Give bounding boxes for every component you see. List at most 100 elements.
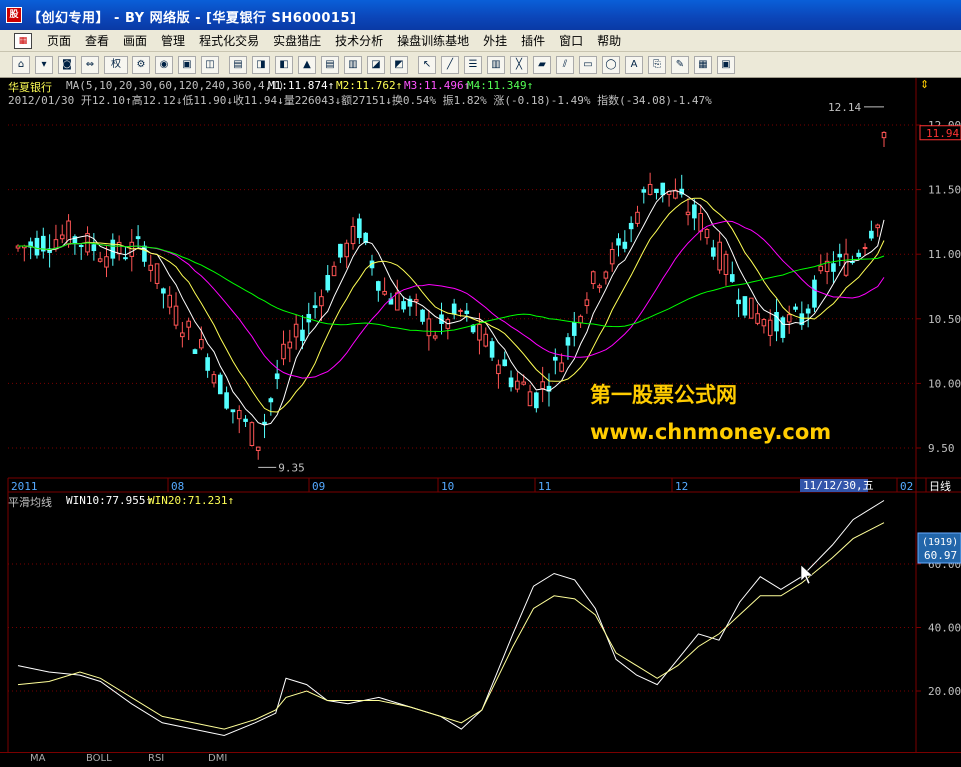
- toolbar-icon-8[interactable]: ◫: [201, 56, 219, 74]
- toolbar-icon-14[interactable]: ▥: [344, 56, 362, 74]
- tab-boll[interactable]: BOLL: [86, 753, 112, 764]
- toolbar-icon-12[interactable]: ▲: [298, 56, 316, 74]
- toolbar-icon-1[interactable]: ▾: [35, 56, 53, 74]
- ma10-line: [18, 197, 885, 413]
- candle-body: [148, 264, 154, 271]
- toolbar-icon-27[interactable]: ⎘: [648, 56, 666, 74]
- toolbar-icon-6[interactable]: ◉: [155, 56, 173, 74]
- candle-body: [489, 341, 495, 358]
- toolbar-icon-3[interactable]: ⇔: [81, 56, 99, 74]
- win10-value: WIN10:77.955↑: [66, 494, 153, 507]
- date-label: 10: [441, 480, 454, 493]
- candle-body: [97, 258, 103, 262]
- menu-item-10[interactable]: 窗口: [552, 33, 590, 49]
- win10-line: [17, 500, 885, 737]
- toolbar-icon-13[interactable]: ▤: [321, 56, 339, 74]
- rights-button[interactable]: 权: [104, 56, 128, 74]
- price-tick-label: 10.00: [928, 377, 961, 390]
- menu-item-8[interactable]: 外挂: [476, 33, 514, 49]
- window-title: 【创幻专用】 - BY 网络版 - [华夏银行 SH600015]: [28, 11, 357, 26]
- candle-body: [154, 263, 160, 284]
- toolbar-icon-20[interactable]: ▥: [487, 56, 505, 74]
- candle-body: [540, 381, 545, 390]
- toolbar-icon-22[interactable]: ▰: [533, 56, 551, 74]
- candle-body: [641, 189, 647, 193]
- candle-body: [211, 374, 217, 384]
- price-tick-label: 11.50: [928, 184, 961, 197]
- toolbar-icon-16[interactable]: ◩: [390, 56, 408, 74]
- toolbar-icon-10[interactable]: ◨: [252, 56, 270, 74]
- candle-body: [325, 275, 331, 291]
- candle-body: [647, 183, 653, 195]
- sub-value-tag2: 60.97: [924, 549, 957, 562]
- toolbar-icon-15[interactable]: ◪: [367, 56, 385, 74]
- toolbar-icon-24[interactable]: ▭: [579, 56, 597, 74]
- candle-body: [217, 374, 223, 395]
- sub-value-tag1: (1919): [922, 537, 958, 548]
- menu-item-9[interactable]: 插件: [514, 33, 552, 49]
- toolbar-icon-17[interactable]: ↖: [418, 56, 436, 74]
- candle-body: [192, 349, 198, 354]
- candle-body: [249, 422, 255, 446]
- candle-body: [831, 263, 836, 272]
- toolbar-icon-2[interactable]: ◙: [58, 56, 76, 74]
- menu-item-2[interactable]: 画面: [116, 33, 154, 49]
- candle-body: [287, 341, 293, 349]
- toolbar-icon-5[interactable]: ⚙: [132, 56, 150, 74]
- system-menu-icon[interactable]: ▦: [14, 33, 32, 49]
- menu-item-7[interactable]: 操盘训练基地: [390, 33, 476, 49]
- menu-item-1[interactable]: 查看: [78, 33, 116, 49]
- toolbar-icon-29[interactable]: ▦: [694, 56, 712, 74]
- candle-body: [331, 265, 337, 277]
- menu-item-5[interactable]: 实盘猎庄: [266, 33, 328, 49]
- candle-body: [167, 294, 173, 308]
- candle-body: [470, 324, 476, 333]
- menu-item-11[interactable]: 帮助: [590, 33, 628, 49]
- toolbar-icon-7[interactable]: ▣: [178, 56, 196, 74]
- toolbar-icon-19[interactable]: ☰: [464, 56, 482, 74]
- candle-body: [262, 421, 267, 425]
- candle-body: [451, 303, 457, 315]
- candle-body: [692, 204, 697, 219]
- candle-body: [300, 329, 305, 342]
- toolbar-icon-18[interactable]: ╱: [441, 56, 459, 74]
- m4-value: M4:11.349↑: [467, 79, 534, 92]
- candle-body: [603, 271, 609, 279]
- tab-rsi[interactable]: RSI: [148, 753, 164, 764]
- toolbar-icon-23[interactable]: ⫽: [556, 56, 574, 74]
- candle-body: [344, 242, 350, 258]
- candle-body: [774, 311, 779, 332]
- menu-item-4[interactable]: 程式化交易: [192, 33, 266, 49]
- candle-body: [711, 247, 716, 257]
- candle-body: [135, 236, 141, 240]
- toolbar-icon-26[interactable]: A: [625, 56, 643, 74]
- tab-dmi[interactable]: DMI: [208, 753, 227, 764]
- chart-area[interactable]: 12.0011.5011.0010.5010.009.5011.9412.149…: [0, 78, 961, 764]
- candle-body: [881, 131, 887, 139]
- candle-body: [243, 418, 248, 422]
- candle-body: [508, 377, 514, 388]
- toolbar-icon-28[interactable]: ✎: [671, 56, 689, 74]
- high-label: 12.14: [828, 101, 861, 114]
- tab-ma[interactable]: MA: [30, 753, 45, 764]
- toolbar-icon-11[interactable]: ◧: [275, 56, 293, 74]
- candle-body: [723, 253, 729, 275]
- toolbar-icon-25[interactable]: ◯: [602, 56, 620, 74]
- toolbar-icon-21[interactable]: ╳: [510, 56, 528, 74]
- title-bar: 股 【创幻专用】 - BY 网络版 - [华夏银行 SH600015]: [0, 0, 961, 30]
- candle-body: [319, 296, 324, 307]
- menu-item-6[interactable]: 技术分析: [328, 33, 390, 49]
- candle-body: [584, 299, 590, 307]
- candle-body: [91, 244, 97, 252]
- candle-body: [786, 314, 792, 323]
- menu-item-0[interactable]: 页面: [40, 33, 78, 49]
- candle-body: [34, 237, 40, 256]
- menu-item-3[interactable]: 管理: [154, 33, 192, 49]
- toolbar-icon-0[interactable]: ⌂: [12, 56, 30, 74]
- candle-body: [736, 299, 741, 305]
- toolbar-icon-30[interactable]: ▣: [717, 56, 735, 74]
- candle-body: [559, 362, 564, 372]
- candle-body: [230, 409, 236, 413]
- toolbar-icon-9[interactable]: ▤: [229, 56, 247, 74]
- menu-bar: ▦ 页面 查看 画面 管理 程式化交易 实盘猎庄 技术分析 操盘训练基地 外挂 插件 窗口 帮助: [0, 30, 961, 52]
